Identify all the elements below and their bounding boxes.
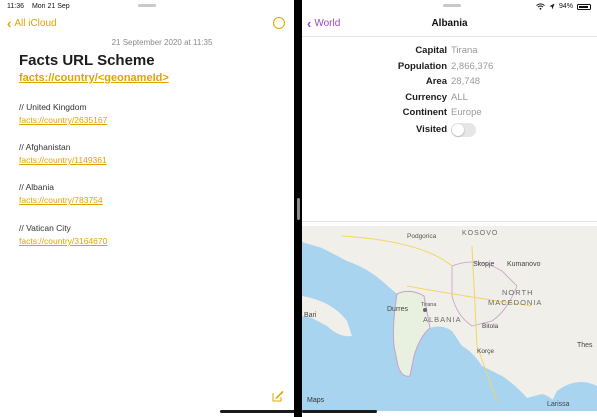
field-value: 28,748: [451, 76, 481, 87]
entry-comment: // Albania: [19, 182, 54, 192]
map-label-larissa: Larissa: [547, 401, 570, 408]
field-label: Population: [397, 61, 447, 72]
map-label-korce: Korçe: [477, 348, 494, 355]
map-label-bari: Bari: [304, 312, 317, 319]
maps-attribution: Maps: [307, 397, 325, 404]
notes-pane: 11:36 Mon 21 Sep ‹ All iCloud ··· 21 Sep…: [0, 0, 294, 417]
field-value: Tirana: [451, 45, 478, 56]
home-indicator: [220, 410, 294, 413]
field-row-visited: Visited: [302, 123, 597, 138]
back-label: World: [314, 18, 341, 29]
entry-comment: // United Kingdom: [19, 102, 87, 112]
entry-link[interactable]: facts://country/3164670: [19, 236, 107, 246]
multitasking-grabber[interactable]: [443, 4, 461, 7]
field-value: Europe: [451, 107, 482, 118]
status-indicators: 94%: [536, 3, 591, 10]
map-label-bitola: Bitola: [482, 323, 499, 330]
entry-comment: // Afghanistan: [19, 142, 71, 152]
chevron-left-icon: ‹: [7, 15, 12, 31]
map-label-north: NORTH: [502, 288, 534, 297]
note-title: Facts URL Scheme: [19, 52, 155, 69]
entry-link[interactable]: facts://country/1149361: [19, 155, 107, 165]
entry-link[interactable]: facts://country/2635167: [19, 115, 107, 125]
battery-percent: 94%: [558, 3, 573, 10]
field-row-continent: Continent Europe: [302, 107, 597, 121]
field-value: 2,866,376: [451, 61, 494, 72]
wifi-icon: [536, 3, 545, 10]
more-options-icon[interactable]: ···: [273, 17, 285, 29]
back-label: All iCloud: [14, 18, 57, 29]
list-item: // United Kingdom facts://country/263516…: [19, 102, 107, 125]
chevron-left-icon: ‹: [307, 15, 312, 31]
note-date: 21 September 2020 at 11:35: [111, 38, 213, 47]
map-label-tirana: Tirana: [421, 302, 437, 308]
field-label: Capital: [415, 45, 447, 56]
map-label-kosovo: KOSOVO: [462, 230, 498, 237]
url-scheme-link[interactable]: facts://country/<geonameId>: [19, 72, 169, 84]
list-item: // Albania facts://country/783754: [19, 182, 103, 205]
visited-label: Visited: [416, 124, 447, 135]
status-time: 11:36: [7, 3, 24, 10]
battery-icon: [577, 3, 591, 10]
list-item: // Vatican City facts://country/3164670: [19, 223, 107, 246]
map-label-kumanovo: Kumanovo: [507, 261, 541, 268]
map-label-durres: Durres: [387, 306, 409, 313]
field-row-area: Area 28,748: [302, 76, 597, 90]
visited-toggle[interactable]: [451, 123, 476, 137]
list-item: // Afghanistan facts://country/1149361: [19, 142, 107, 165]
split-view: 11:36 Mon 21 Sep ‹ All iCloud ··· 21 Sep…: [0, 0, 597, 417]
home-indicator: [302, 410, 377, 413]
map-label-albania: ALBANIA: [423, 315, 462, 324]
field-row-currency: Currency ALL: [302, 92, 597, 106]
multitasking-grabber[interactable]: [138, 4, 156, 7]
map-label-podgorica: Podgorica: [407, 233, 437, 240]
compose-icon[interactable]: [272, 390, 284, 402]
map-label-thes: Thes: [577, 342, 593, 349]
detail-pane: 94% Albania ‹ World Capital Tirana Popul…: [302, 0, 597, 417]
entry-comment: // Vatican City: [19, 223, 71, 233]
entry-link[interactable]: facts://country/783754: [19, 195, 103, 205]
field-value: ALL: [451, 92, 468, 103]
status-date: Mon 21 Sep: [31, 3, 70, 10]
field-label: Currency: [405, 92, 447, 103]
map-separator: [302, 221, 597, 222]
field-row-capital: Capital Tirana: [302, 45, 597, 59]
page-title: Albania: [431, 18, 468, 29]
split-resize-handle[interactable]: [297, 198, 300, 220]
nav-separator: [302, 36, 597, 37]
map-city-marker: [423, 308, 427, 312]
back-to-world-button[interactable]: ‹ World: [307, 15, 341, 31]
map-label-macedonia: MACEDONIA: [488, 298, 542, 307]
location-icon: [549, 3, 555, 10]
status-bar: 11:36 Mon 21 Sep: [7, 3, 70, 10]
field-label: Area: [425, 76, 447, 87]
field-row-population: Population 2,866,376: [302, 61, 597, 75]
back-to-all-icloud-button[interactable]: ‹ All iCloud: [7, 15, 57, 31]
country-map[interactable]: Podgorica KOSOVO Skopje Kumanovo NORTH M…: [302, 226, 597, 411]
map-label-skopje: Skopje: [473, 261, 495, 268]
toggle-knob: [452, 124, 464, 136]
field-label: Continent: [402, 107, 447, 118]
